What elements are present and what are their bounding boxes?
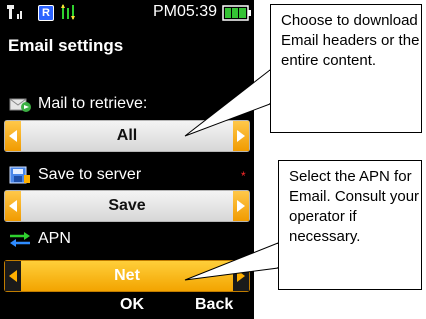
callout-text: Select the APN for Email. Consult your o… (289, 168, 420, 245)
callout-pointer-top (184, 68, 271, 137)
callout-apn: Select the APN for Email. Consult your o… (278, 160, 422, 290)
callout-mail-to-retrieve: Choose to download Email headers or the … (270, 4, 422, 133)
callout-pointer-bottom (184, 242, 279, 281)
callout-text: Choose to download Email headers or the … (281, 12, 420, 69)
